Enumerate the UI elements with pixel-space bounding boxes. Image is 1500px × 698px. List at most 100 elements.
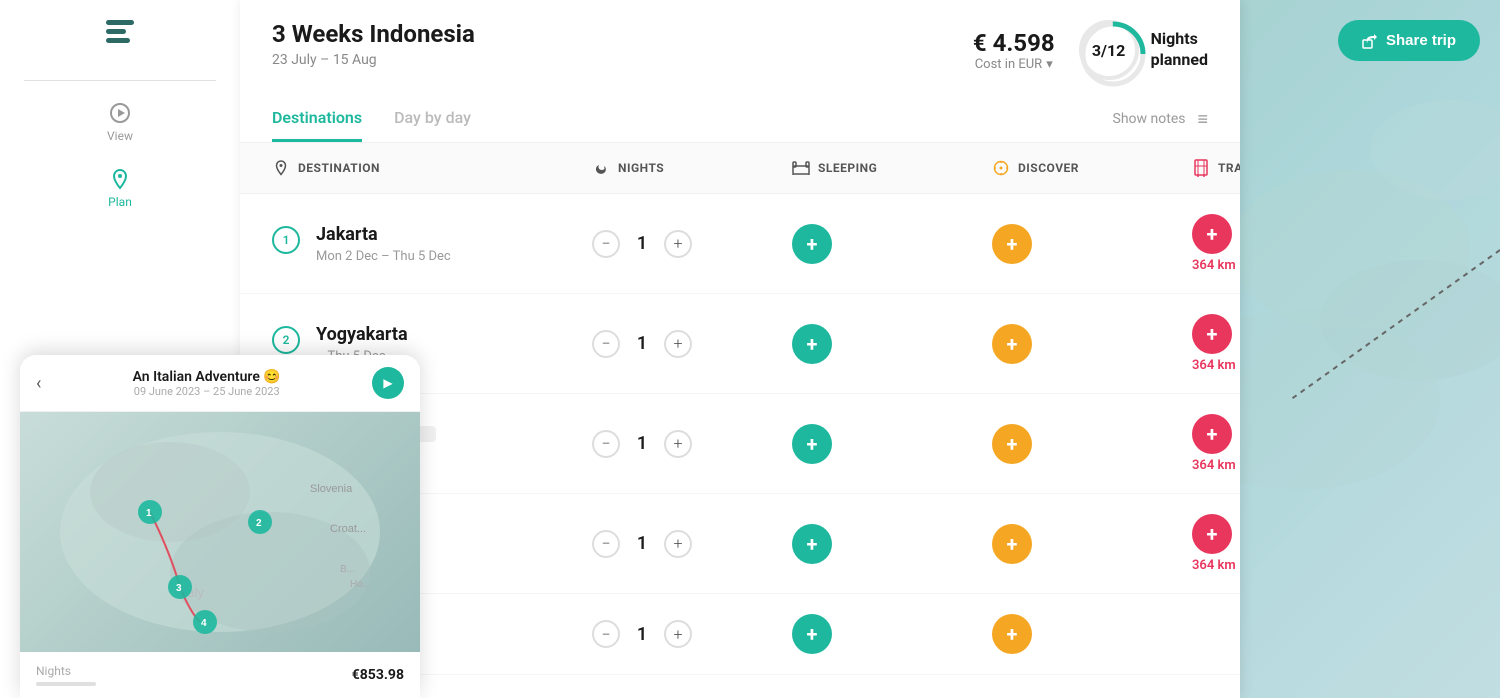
sleeping-cell-2: + bbox=[792, 324, 992, 364]
nights-block: 3/12 Nights planned bbox=[1079, 20, 1208, 80]
sleeping-cell-4: + bbox=[792, 524, 992, 564]
discover-cell-2: + bbox=[992, 324, 1192, 364]
card-map: Slovenia Croat... B... Ho... Italy 1 2 3… bbox=[20, 412, 420, 652]
dest-number-2: 2 bbox=[272, 326, 300, 354]
nights-value-4: 1 bbox=[632, 533, 652, 554]
nights-col-icon bbox=[592, 159, 610, 177]
discover-cell-5: + bbox=[992, 614, 1192, 654]
nights-increase-5[interactable]: + bbox=[664, 620, 692, 648]
nights-control-3: − 1 + bbox=[592, 430, 792, 458]
dest-dates-1: Mon 2 Dec – Thu 5 Dec bbox=[316, 249, 451, 264]
destination-col-icon bbox=[272, 159, 290, 177]
transport-cell-4: + 364 km bbox=[1192, 514, 1240, 573]
sleeping-col-icon bbox=[792, 159, 810, 177]
discover-cell-4: + bbox=[992, 524, 1192, 564]
card-title-block: An Italian Adventure 😊 09 June 2023 – 25… bbox=[133, 369, 281, 398]
nights-increase-1[interactable]: + bbox=[664, 230, 692, 258]
svg-text:Croat...: Croat... bbox=[330, 523, 366, 535]
sleeping-add-3[interactable]: + bbox=[792, 424, 832, 464]
discover-add-5[interactable]: + bbox=[992, 614, 1032, 654]
nights-planned-label: Nights planned bbox=[1151, 29, 1208, 71]
transport-km-3: 364 km bbox=[1192, 458, 1236, 473]
svg-text:B...: B... bbox=[340, 564, 355, 575]
overlay-card: ‹ An Italian Adventure 😊 09 June 2023 – … bbox=[20, 355, 420, 698]
nights-decrease-5[interactable]: − bbox=[592, 620, 620, 648]
discover-add-3[interactable]: + bbox=[992, 424, 1032, 464]
nights-increase-3[interactable]: + bbox=[664, 430, 692, 458]
trip-title: 3 Weeks Indonesia bbox=[272, 20, 475, 48]
svg-text:Slovenia: Slovenia bbox=[310, 483, 353, 495]
cost-label: Cost in EUR ▾ bbox=[973, 57, 1055, 72]
sleeping-add-5[interactable]: + bbox=[792, 614, 832, 654]
nights-control-2: − 1 + bbox=[592, 330, 792, 358]
svg-text:Ho...: Ho... bbox=[350, 579, 371, 590]
nights-value-3: 1 bbox=[632, 433, 652, 454]
footer-nights: Nights bbox=[36, 664, 96, 686]
nights-decrease-2[interactable]: − bbox=[592, 330, 620, 358]
nights-decrease-3[interactable]: − bbox=[592, 430, 620, 458]
table-header-row: DESTINATION NIGHTS bbox=[240, 143, 1240, 194]
sidebar-view-label: View bbox=[107, 129, 133, 143]
sleeping-add-2[interactable]: + bbox=[792, 324, 832, 364]
nights-control-5: − 1 + bbox=[592, 620, 792, 648]
sidebar-item-view[interactable]: View bbox=[0, 89, 240, 155]
trip-header: 3 Weeks Indonesia 23 July – 15 Aug € 4.5… bbox=[240, 0, 1240, 143]
transport-add-4[interactable]: + bbox=[1192, 514, 1232, 554]
col-header-transport: TRANSPORT bbox=[1192, 159, 1240, 177]
dest-name-2: Yogyakarta bbox=[316, 324, 408, 345]
nights-decrease-1[interactable]: − bbox=[592, 230, 620, 258]
sleeping-cell-5: + bbox=[792, 614, 992, 654]
transport-km-4: 364 km bbox=[1192, 558, 1236, 573]
tab-destinations[interactable]: Destinations bbox=[272, 96, 362, 142]
nights-increase-4[interactable]: + bbox=[664, 530, 692, 558]
cost-currency-dropdown[interactable]: ▾ bbox=[1046, 57, 1053, 72]
share-icon bbox=[1362, 33, 1378, 49]
discover-cell-3: + bbox=[992, 424, 1192, 464]
sidebar-plan-label: Plan bbox=[108, 195, 132, 209]
nights-control-4: − 1 + bbox=[592, 530, 792, 558]
transport-cell-3: + 364 km bbox=[1192, 414, 1240, 473]
discover-add-1[interactable]: + bbox=[992, 224, 1032, 264]
discover-add-2[interactable]: + bbox=[992, 324, 1032, 364]
tab-day-by-day[interactable]: Day by day bbox=[394, 96, 471, 142]
svg-text:4: 4 bbox=[201, 618, 207, 629]
nights-decrease-4[interactable]: − bbox=[592, 530, 620, 558]
nights-increase-2[interactable]: + bbox=[664, 330, 692, 358]
nights-value-5: 1 bbox=[632, 624, 652, 645]
share-trip-button[interactable]: Share trip bbox=[1338, 20, 1480, 61]
tab-bar: Destinations Day by day Show notes ≡ bbox=[272, 96, 1208, 142]
app-logo bbox=[100, 16, 140, 52]
sleeping-cell-3: + bbox=[792, 424, 992, 464]
nights-value-2: 1 bbox=[632, 333, 652, 354]
col-header-discover: DISCOVER bbox=[992, 159, 1192, 177]
plan-icon bbox=[108, 167, 132, 191]
transport-km-1: 364 km bbox=[1192, 258, 1236, 273]
transport-km-2: 364 km bbox=[1192, 358, 1236, 373]
card-back-button[interactable]: ‹ bbox=[36, 373, 41, 394]
sleeping-add-1[interactable]: + bbox=[792, 224, 832, 264]
transport-cell-1: + 364 km bbox=[1192, 214, 1240, 273]
menu-icon[interactable]: ≡ bbox=[1197, 109, 1208, 130]
transport-add-1[interactable]: + bbox=[1192, 214, 1232, 254]
transport-add-2[interactable]: + bbox=[1192, 314, 1232, 354]
sidebar-divider-1 bbox=[24, 80, 216, 81]
sleeping-add-4[interactable]: + bbox=[792, 524, 832, 564]
card-play-button[interactable]: ▶ bbox=[372, 367, 404, 399]
dest-number-1: 1 bbox=[272, 226, 300, 254]
transport-add-3[interactable]: + bbox=[1192, 414, 1232, 454]
sidebar-item-plan[interactable]: Plan bbox=[0, 155, 240, 221]
card-footer: Nights €853.98 bbox=[20, 652, 420, 698]
discover-add-4[interactable]: + bbox=[992, 524, 1032, 564]
nights-circle: 3/12 bbox=[1079, 20, 1139, 80]
show-notes-link[interactable]: Show notes bbox=[1113, 111, 1186, 127]
trip-dates: 23 July – 15 Aug bbox=[272, 52, 475, 68]
map-route-dots bbox=[1240, 200, 1500, 400]
transport-col-icon bbox=[1192, 159, 1210, 177]
card-title: An Italian Adventure 😊 bbox=[133, 369, 281, 385]
card-header: ‹ An Italian Adventure 😊 09 June 2023 – … bbox=[20, 355, 420, 412]
dest-name-1: Jakarta bbox=[316, 224, 451, 245]
nights-progress-bar bbox=[36, 682, 96, 686]
destination-cell-1: 1 Jakarta Mon 2 Dec – Thu 5 Dec bbox=[272, 224, 592, 264]
sleeping-cell-1: + bbox=[792, 224, 992, 264]
nights-control-1: − 1 + bbox=[592, 230, 792, 258]
